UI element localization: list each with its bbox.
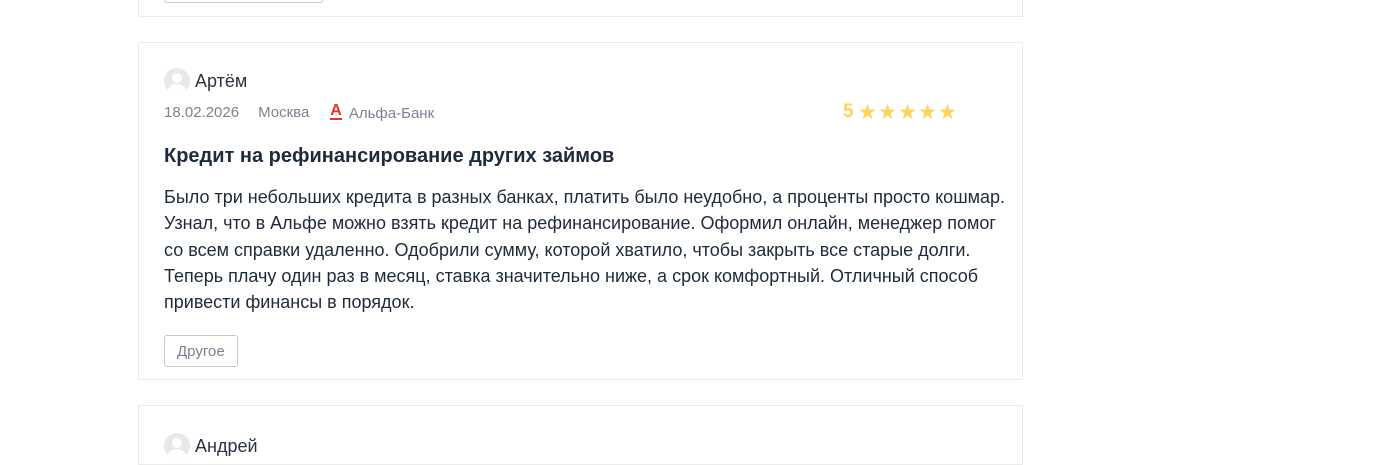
alfa-bank-logo-icon: А — [330, 102, 342, 120]
review-author: Андрей — [164, 433, 258, 459]
user-avatar-icon — [164, 433, 190, 459]
star-icon: ★ — [898, 100, 917, 124]
review-city: Москва — [258, 103, 310, 121]
review-card-previous — [138, 0, 1023, 17]
author-name: Андрей — [195, 435, 258, 456]
rating-value: 5 — [843, 101, 854, 122]
review-card: Артём 18.02.2026 Москва А Альфа-Банк 5 ★… — [138, 42, 1023, 380]
review-title: Кредит на рефинансирование других займов — [164, 145, 615, 167]
review-tag-button[interactable]: Другое — [164, 335, 238, 367]
star-icon: ★ — [858, 100, 877, 124]
user-avatar-icon — [164, 68, 190, 94]
review-meta: 18.02.2026 Москва А Альфа-Банк — [164, 102, 435, 122]
author-name: Артём — [195, 70, 248, 91]
review-bank[interactable]: А Альфа-Банк — [330, 102, 435, 122]
star-icon: ★ — [938, 100, 957, 124]
review-tag-button[interactable] — [164, 0, 323, 3]
bank-name: Альфа-Банк — [348, 104, 435, 122]
review-date: 18.02.2026 — [164, 103, 240, 121]
review-rating: 5 ★ ★ ★ ★ ★ — [843, 101, 958, 123]
star-icon: ★ — [918, 100, 937, 124]
star-icon: ★ — [878, 100, 897, 124]
review-author: Артём — [164, 68, 247, 94]
review-text: Было три небольших кредита в разных банк… — [164, 187, 1006, 313]
review-card-next: Андрей — [138, 405, 1023, 465]
